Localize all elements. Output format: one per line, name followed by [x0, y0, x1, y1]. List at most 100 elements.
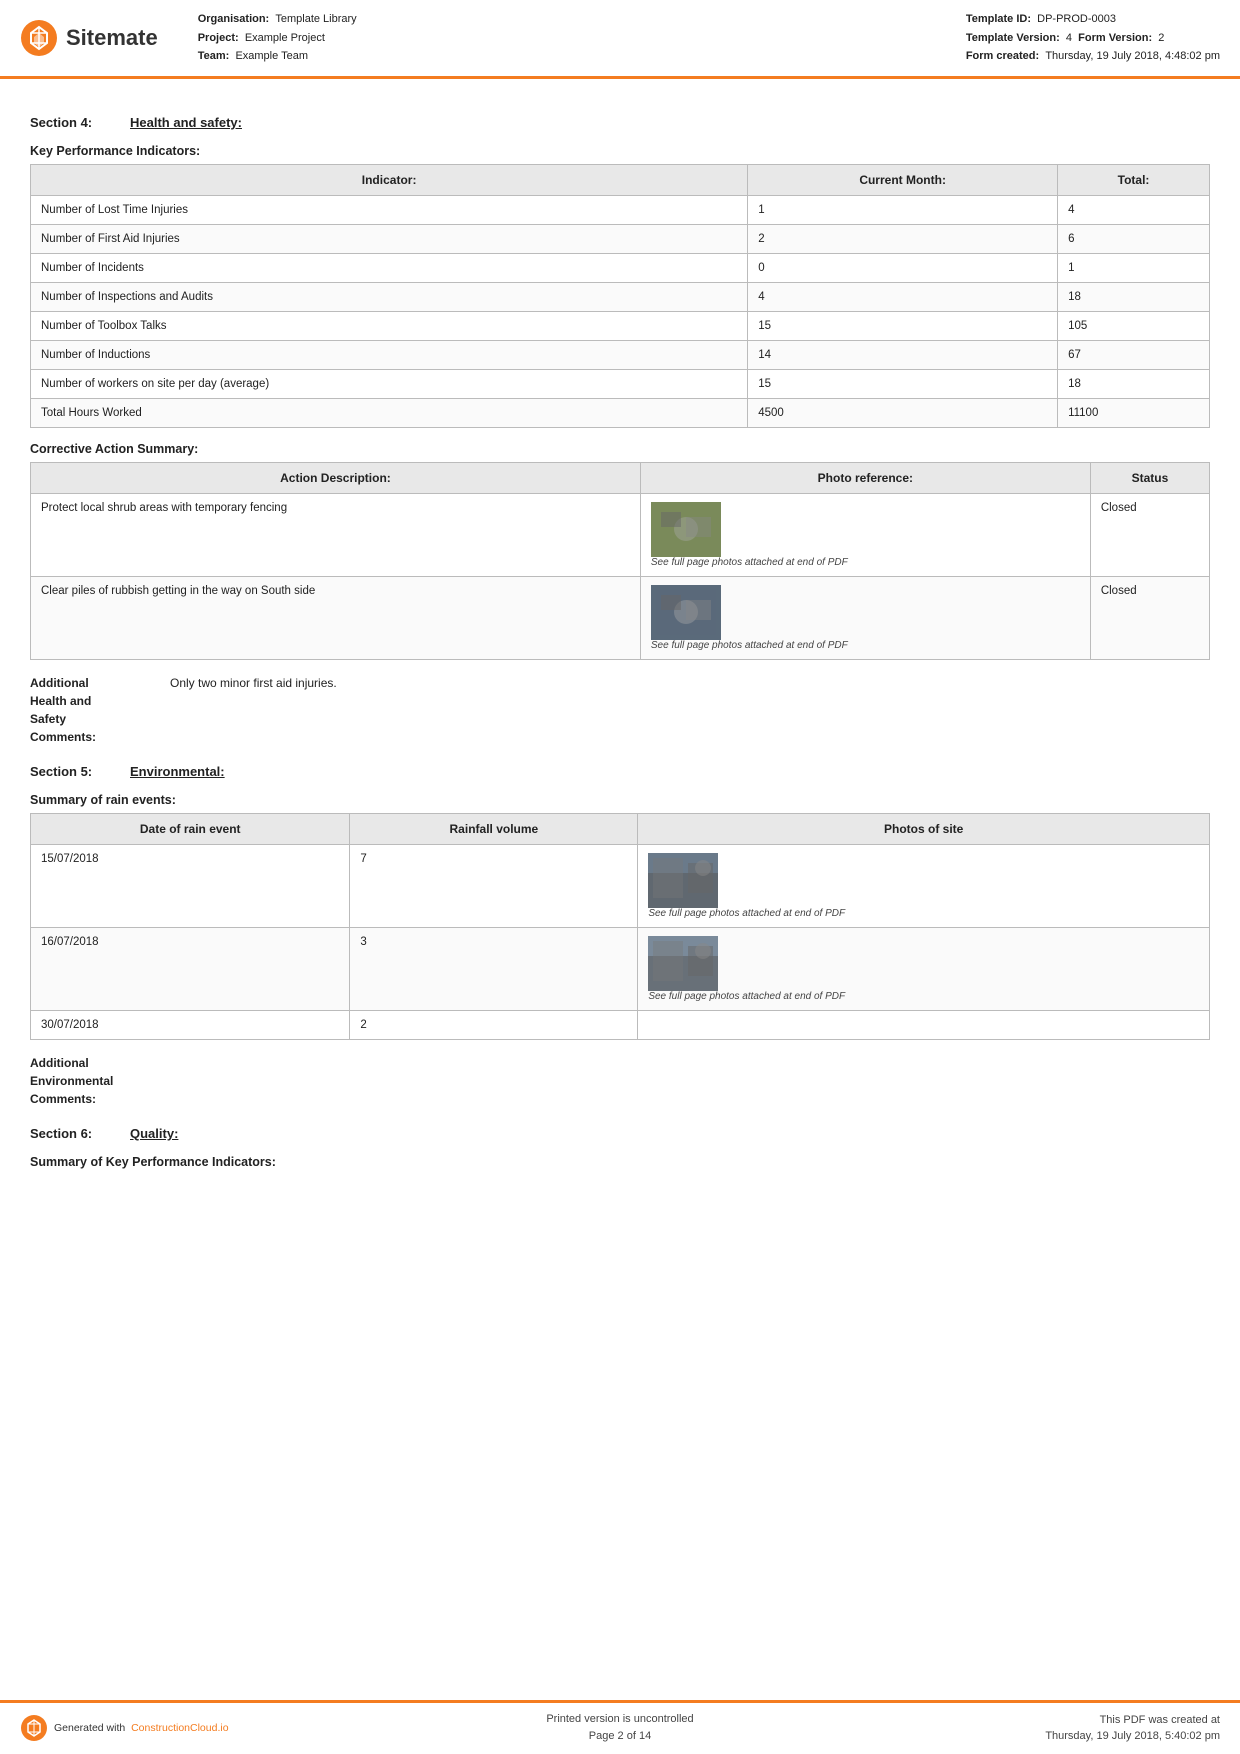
team-value: Example Team: [235, 50, 308, 62]
health-safety-comments-text: Only two minor first aid injuries.: [170, 674, 337, 746]
rain-photo-caption: See full page photos attached at end of …: [648, 991, 845, 1002]
header-meta-right: Template ID: DP-PROD-0003 Template Versi…: [966, 10, 1220, 66]
kpi-current-month: 15: [748, 312, 1058, 341]
section4-title: Health and safety:: [130, 115, 242, 130]
header-meta: Organisation: Template Library Project: …: [198, 10, 1220, 66]
rain-col-volume: Rainfall volume: [350, 814, 638, 845]
footer-generated-text: Generated with ConstructionCloud.io: [54, 1722, 229, 1734]
rain-events-table: Date of rain event Rainfall volume Photo…: [30, 813, 1210, 1040]
ca-col-photo: Photo reference:: [640, 463, 1090, 494]
kpi-table-row: Number of Toolbox Talks 15 105: [31, 312, 1210, 341]
footer-uncontrolled: Printed version is uncontrolled: [546, 1713, 693, 1725]
kpi-total: 11100: [1058, 399, 1210, 428]
kpi-table-row: Number of Inductions 14 67: [31, 341, 1210, 370]
kpi-col-current-month: Current Month:: [748, 165, 1058, 196]
project-value: Example Project: [245, 32, 325, 44]
org-value: Template Library: [275, 13, 356, 25]
template-id-label: Template ID:: [966, 13, 1031, 25]
kpi-indicator: Number of Toolbox Talks: [31, 312, 748, 341]
footer-logo-area: Generated with ConstructionCloud.io: [20, 1714, 240, 1742]
logo-text: Sitemate: [66, 25, 158, 51]
photo-image: [651, 502, 721, 557]
kpi-current-month: 0: [748, 254, 1058, 283]
kpi-table-row: Total Hours Worked 4500 11100: [31, 399, 1210, 428]
photo-caption: See full page photos attached at end of …: [651, 640, 848, 651]
sitemate-logo-icon: [20, 19, 58, 57]
section6-number: Section 6:: [30, 1126, 110, 1141]
kpi-table-row: Number of workers on site per day (avera…: [31, 370, 1210, 399]
section4-header: Section 4: Health and safety:: [30, 115, 1210, 130]
logo-area: Sitemate: [20, 10, 158, 66]
rain-col-date: Date of rain event: [31, 814, 350, 845]
team-line: Team: Example Team: [198, 47, 357, 66]
kpi-indicator: Total Hours Worked: [31, 399, 748, 428]
rain-photo-caption: See full page photos attached at end of …: [648, 908, 845, 919]
kpi-table-row: Number of First Aid Injuries 2 6: [31, 225, 1210, 254]
section5-number: Section 5:: [30, 764, 110, 779]
rain-date: 15/07/2018: [31, 845, 350, 928]
main-content: Section 4: Health and safety: Key Perfor…: [0, 79, 1240, 1255]
template-id-line: Template ID: DP-PROD-0003: [966, 10, 1220, 29]
section5-header: Section 5: Environmental:: [30, 764, 1210, 779]
kpi-total: 18: [1058, 370, 1210, 399]
corrective-action-header-row: Action Description: Photo reference: Sta…: [31, 463, 1210, 494]
footer-pdf-datetime: Thursday, 19 July 2018, 5:40:02 pm: [1045, 1730, 1220, 1742]
footer-link[interactable]: ConstructionCloud.io: [131, 1722, 228, 1734]
project-label: Project:: [198, 32, 239, 44]
corrective-action-row: Protect local shrub areas with temporary…: [31, 494, 1210, 577]
ca-status: Closed: [1090, 494, 1209, 577]
section6-title: Quality:: [130, 1126, 178, 1141]
rain-photo-image: [648, 853, 718, 908]
header: Sitemate Organisation: Template Library …: [0, 0, 1240, 79]
rain-event-row: 16/07/2018 3 See full page photos attach…: [31, 928, 1210, 1011]
kpi-table: Indicator: Current Month: Total: Number …: [30, 164, 1210, 428]
kpi-indicator: Number of First Aid Injuries: [31, 225, 748, 254]
rain-date: 16/07/2018: [31, 928, 350, 1011]
kpi-current-month: 4500: [748, 399, 1058, 428]
ca-description: Protect local shrub areas with temporary…: [31, 494, 641, 577]
kpi-col-total: Total:: [1058, 165, 1210, 196]
photo-image: [651, 585, 721, 640]
kpi-total: 18: [1058, 283, 1210, 312]
project-line: Project: Example Project: [198, 29, 357, 48]
ca-col-status: Status: [1090, 463, 1209, 494]
quality-kpi-title: Summary of Key Performance Indicators:: [30, 1155, 1210, 1169]
section4-number: Section 4:: [30, 115, 110, 130]
footer-center: Printed version is uncontrolled Page 2 o…: [240, 1711, 1000, 1746]
rain-event-row: 15/07/2018 7 See full page photos attach…: [31, 845, 1210, 928]
rain-photo: See full page photos attached at end of …: [638, 845, 1210, 928]
kpi-current-month: 15: [748, 370, 1058, 399]
rain-photo-cell: See full page photos attached at end of …: [648, 853, 1199, 919]
kpi-current-month: 1: [748, 196, 1058, 225]
kpi-indicator: Number of Lost Time Injuries: [31, 196, 748, 225]
template-id-value: DP-PROD-0003: [1037, 13, 1116, 25]
kpi-table-header-row: Indicator: Current Month: Total:: [31, 165, 1210, 196]
kpi-current-month: 14: [748, 341, 1058, 370]
rain-photo: See full page photos attached at end of …: [638, 928, 1210, 1011]
form-version-label: Form Version:: [1078, 32, 1152, 44]
footer: Generated with ConstructionCloud.io Prin…: [0, 1700, 1240, 1754]
template-version-line: Template Version: 4 Form Version: 2: [966, 29, 1220, 48]
ca-photo: See full page photos attached at end of …: [640, 494, 1090, 577]
team-label: Team:: [198, 50, 230, 62]
health-safety-comments: AdditionalHealth andSafetyComments: Only…: [30, 674, 1210, 746]
kpi-col-indicator: Indicator:: [31, 165, 748, 196]
section6-header: Section 6: Quality:: [30, 1126, 1210, 1141]
kpi-table-title: Key Performance Indicators:: [30, 144, 1210, 158]
form-created-line: Form created: Thursday, 19 July 2018, 4:…: [966, 47, 1220, 66]
ca-status: Closed: [1090, 577, 1209, 660]
footer-page-info: Page 2 of 14: [589, 1730, 651, 1742]
kpi-total: 67: [1058, 341, 1210, 370]
rain-photo: [638, 1011, 1210, 1040]
template-version-label: Template Version:: [966, 32, 1060, 44]
org-label: Organisation:: [198, 13, 270, 25]
ca-col-description: Action Description:: [31, 463, 641, 494]
kpi-current-month: 2: [748, 225, 1058, 254]
org-line: Organisation: Template Library: [198, 10, 357, 29]
rain-events-title: Summary of rain events:: [30, 793, 1210, 807]
kpi-total: 4: [1058, 196, 1210, 225]
form-created-label: Form created:: [966, 50, 1039, 62]
environmental-comments: AdditionalEnvironmentalComments:: [30, 1054, 1210, 1108]
rain-events-header-row: Date of rain event Rainfall volume Photo…: [31, 814, 1210, 845]
kpi-table-row: Number of Incidents 0 1: [31, 254, 1210, 283]
